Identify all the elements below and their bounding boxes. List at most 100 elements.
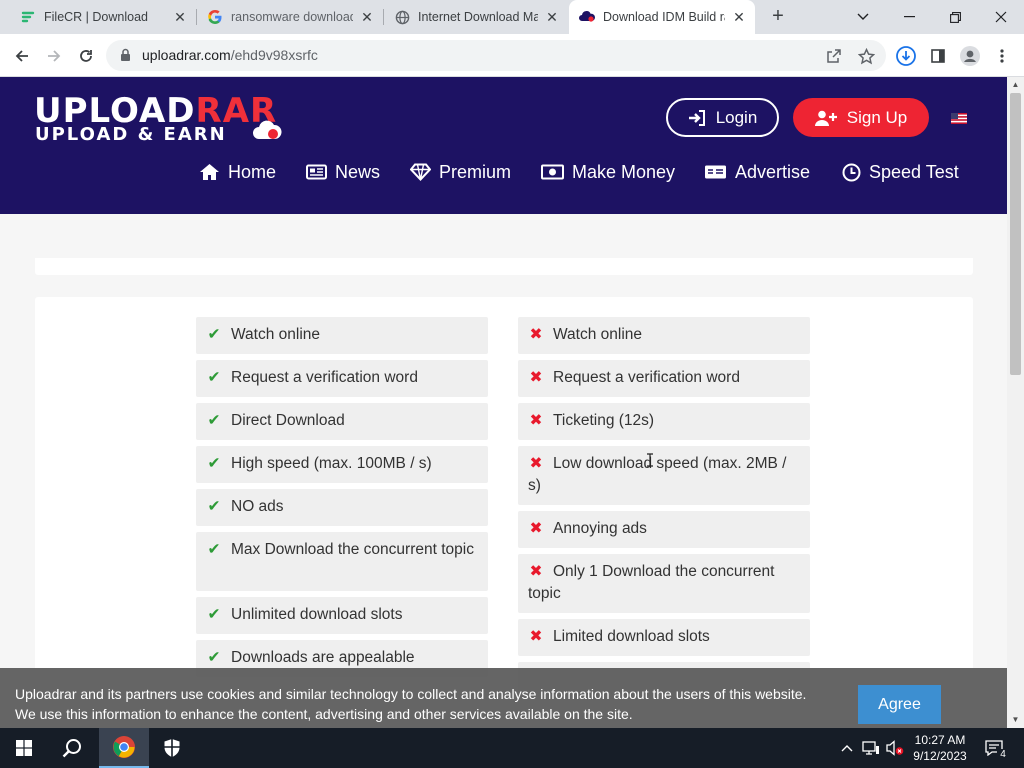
nav-premium[interactable]: Premium <box>410 160 511 184</box>
cookie-line: We use this information to enhance the c… <box>15 706 633 722</box>
scroll-down-arrow-icon[interactable]: ▼ <box>1007 713 1024 727</box>
scroll-up-arrow-icon[interactable]: ▲ <box>1007 78 1024 92</box>
tab-title: Internet Download Ma <box>418 10 538 24</box>
action-center-button[interactable]: 4 <box>980 728 1009 768</box>
close-icon[interactable]: ✕ <box>172 9 188 25</box>
start-button[interactable] <box>0 728 48 768</box>
page-scrollbar[interactable]: ▲ ▼ <box>1007 77 1024 728</box>
tray-overflow-button[interactable] <box>838 728 856 768</box>
close-icon[interactable]: ✕ <box>544 9 560 25</box>
nav-label: Premium <box>439 161 512 182</box>
close-icon[interactable]: ✕ <box>731 9 747 25</box>
share-icon <box>827 49 841 63</box>
tab-download-idm-active[interactable]: Download IDM Build ra ✕ <box>569 0 755 34</box>
feature-text: High speed (max. 100MB / s) <box>231 455 432 472</box>
network-status[interactable] <box>860 728 882 768</box>
close-window-button[interactable] <box>978 0 1024 34</box>
speaker-muted-icon <box>886 740 904 756</box>
nav-news[interactable]: News <box>306 160 380 184</box>
nav-label: Home <box>228 161 277 182</box>
nav-make-money[interactable]: Make Money <box>541 160 675 184</box>
menu-button[interactable] <box>988 42 1016 70</box>
scroll-thumb[interactable] <box>1010 93 1021 375</box>
taskbar-clock[interactable]: 10:27 AM 9/12/2023 <box>905 732 975 764</box>
tab-google-search[interactable]: ransomware download ✕ <box>197 0 383 34</box>
cross-icon: ✖ <box>529 369 543 386</box>
free-feature: ✖ Only 1 Download the concurrent topic <box>518 554 810 613</box>
nav-home[interactable]: Home <box>199 160 276 184</box>
signup-label: Sign Up <box>846 107 908 127</box>
reload-button[interactable] <box>72 42 100 70</box>
minimize-icon <box>903 16 915 18</box>
windows-taskbar: 10:27 AM 9/12/2023 4 <box>0 728 1024 768</box>
us-flag-icon[interactable] <box>951 113 967 124</box>
feature-text: Direct Download <box>231 412 345 429</box>
premium-feature: ✔ Watch online <box>196 317 488 354</box>
free-feature: ✖ Watch online <box>518 317 810 354</box>
side-panel-button[interactable] <box>924 42 952 70</box>
restore-icon <box>949 11 961 23</box>
feature-text: Request a verification word <box>553 369 740 386</box>
check-icon: ✔ <box>207 649 221 666</box>
agree-button[interactable]: Agree <box>858 685 941 724</box>
feature-text: Watch online <box>231 326 321 343</box>
free-feature: ✖ Low download speed (max. 2MB / s) <box>518 446 810 505</box>
cookie-consent-bar: Uploadrar and its partners use cookies a… <box>0 668 1007 728</box>
avatar-icon <box>960 46 980 66</box>
clock-date: 9/12/2023 <box>913 749 967 763</box>
nav-label: Make Money <box>572 161 676 182</box>
feature-text: Request a verification word <box>231 369 418 386</box>
login-button[interactable]: Login <box>666 98 779 137</box>
tab-title: Download IDM Build ra <box>603 10 725 24</box>
nav-speed-test[interactable]: Speed Test <box>842 160 959 184</box>
chevron-up-icon <box>841 745 853 752</box>
clock-icon <box>842 163 861 181</box>
free-feature: ✖ Limited download slots <box>518 619 810 656</box>
bookmark-button[interactable] <box>852 42 880 70</box>
share-button[interactable] <box>820 42 848 70</box>
premium-feature: ✔ Max Download the concurrent topic <box>196 532 488 591</box>
address-bar[interactable]: uploadrar.com/ehd9v98xsrfc <box>106 40 886 71</box>
taskbar-search-button[interactable] <box>48 728 96 768</box>
restore-button[interactable] <box>932 0 978 34</box>
nav-label: Advertise <box>735 161 811 182</box>
cookie-line: Uploadrar and its partners use cookies a… <box>15 686 807 702</box>
search-icon <box>62 739 81 758</box>
taskbar-defender[interactable] <box>149 728 195 768</box>
tab-filecr[interactable]: FileCR | Download ✕ <box>0 0 196 34</box>
nav-advertise[interactable]: Advertise <box>704 160 810 184</box>
feature-text: Limited download slots <box>553 628 710 645</box>
new-tab-button[interactable]: + <box>766 5 790 29</box>
reload-icon <box>80 50 92 62</box>
forward-button[interactable] <box>40 42 68 70</box>
download-icon <box>896 46 916 66</box>
feature-text: Low download speed (max. 2MB / s) <box>528 455 787 494</box>
feature-text: Annoying ads <box>553 520 647 537</box>
url-text: uploadrar.com/ehd9v98xsrfc <box>142 47 318 63</box>
close-icon <box>995 11 1007 23</box>
url-path: /ehd9v98xsrfc <box>230 47 318 63</box>
premium-feature: ✔ Unlimited download slots <box>196 597 488 634</box>
premium-feature: ✔ Request a verification word <box>196 360 488 397</box>
check-icon: ✔ <box>207 541 221 558</box>
network-icon <box>862 741 879 755</box>
cookie-message: Uploadrar and its partners use cookies a… <box>15 684 835 724</box>
browser-toolbar: uploadrar.com/ehd9v98xsrfc <box>0 34 1024 77</box>
minimize-button[interactable] <box>886 0 932 34</box>
tab-title: FileCR | Download <box>44 10 148 24</box>
taskbar-chrome[interactable] <box>99 728 149 768</box>
clock-time: 10:27 AM <box>914 733 966 747</box>
close-icon[interactable]: ✕ <box>359 9 375 25</box>
site-header: UPLOADRAR UPLOAD & EARN Login Sign Up Ho… <box>0 77 1007 214</box>
tab-search-button[interactable] <box>840 0 886 34</box>
feature-text: NO ads <box>231 498 284 515</box>
tab-internet-download-manager[interactable]: Internet Download Ma ✕ <box>384 0 568 34</box>
free-feature: ✖ Annoying ads <box>518 511 810 548</box>
feature-text: Ticketing (12s) <box>553 412 655 429</box>
back-button[interactable] <box>8 42 36 70</box>
profile-button[interactable] <box>956 42 984 70</box>
volume-status[interactable] <box>884 728 906 768</box>
windows-logo-icon <box>16 740 32 756</box>
download-button[interactable] <box>892 42 920 70</box>
signup-button[interactable]: Sign Up <box>793 98 929 137</box>
